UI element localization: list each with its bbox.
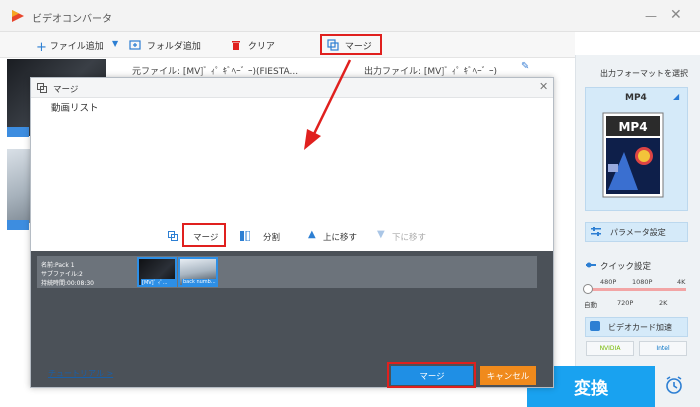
pack-subfiles: サブファイル:2 [41, 271, 83, 278]
split-button[interactable]: 分割 [263, 231, 280, 243]
nvidia-badge: NVIDIA [586, 341, 634, 356]
res-2k: 2K [659, 299, 668, 307]
move-up-icon[interactable]: ▲ [308, 229, 316, 240]
quality-slider-thumb[interactable] [583, 284, 593, 294]
mp4-file-icon: MP4 [602, 112, 664, 198]
alarm-clock-icon[interactable] [664, 375, 684, 395]
clip-caption-1: [MV]ﾞ ｨﾟ... [141, 279, 176, 287]
merge-confirm-highlight [387, 362, 476, 388]
move-down-button[interactable]: 下に移す [392, 231, 426, 243]
quality-slider-track[interactable] [587, 288, 686, 291]
trash-icon [232, 41, 240, 50]
pencil-icon[interactable]: ✎ [521, 61, 529, 72]
res-480p: 480P [600, 278, 617, 286]
res-auto: 自動 [584, 301, 597, 309]
gpu-icon [590, 321, 600, 331]
folder-plus-icon [129, 40, 141, 50]
dialog-titlebar [31, 78, 553, 98]
add-file-dropdown-icon[interactable]: ▼ [112, 39, 118, 48]
clear-label: クリア [247, 42, 275, 52]
merge-toolbar-highlight [320, 34, 382, 55]
merge-icon [37, 83, 47, 93]
source-file-text: 元ファイル: [MV]ﾞ ｨﾟ ｷﾞﾍｰﾞ ｰ)(FIESTA... [132, 67, 299, 77]
pack-name: 名前:Pack 1 [41, 262, 75, 269]
tutorial-link[interactable]: チュートリアル > [48, 368, 113, 379]
pack-row[interactable]: 名前:Pack 1 サブファイル:2 持続時間:00:08:30 [MV]ﾞ ｨ… [37, 256, 537, 288]
cancel-button[interactable]: キャンセル [480, 366, 536, 385]
split-icon[interactable] [240, 230, 251, 243]
app-logo-icon [12, 10, 24, 22]
gpu-acceleration-button[interactable]: ビデオカード加速 [585, 317, 688, 337]
caret-down-icon[interactable]: ◢ [673, 92, 679, 101]
merge-icon [168, 231, 178, 241]
clear-button[interactable]: クリア [230, 39, 275, 52]
clip-thumbnail-1[interactable]: [MV]ﾞ ｨﾟ... [137, 257, 177, 287]
pack-duration: 持続時間:00:08:30 [41, 280, 94, 287]
thumbnail-tab-1[interactable] [7, 127, 29, 137]
thumbnail-tab-2[interactable] [7, 220, 29, 230]
sliders-icon [591, 227, 601, 236]
merge-action-icon-wrap[interactable] [168, 231, 178, 243]
minimize-icon[interactable]: — [645, 9, 657, 23]
mp4-icon-text: MP4 [618, 120, 647, 134]
add-file-label: ファイル追加 [49, 42, 104, 52]
plus-icon: + [36, 40, 47, 55]
output-format-label: 出力フォーマットを選択 [600, 69, 688, 78]
quick-settings-label: クイック設定 [600, 262, 652, 272]
res-4k: 4K [677, 278, 686, 286]
video-list-label: 動画リスト [51, 103, 99, 114]
add-folder-button[interactable]: フォルダ追加 [129, 39, 201, 52]
close-icon[interactable]: ✕ [539, 80, 548, 93]
merge-action-highlight [182, 223, 226, 247]
app-title: ビデオコンバータ [32, 14, 112, 25]
output-file-text: 出力ファイル: [MV]ﾞ ｨﾟ ｷﾞﾍｰﾞ ｰ) [364, 67, 497, 77]
clip-caption-2: back numb... [182, 279, 217, 287]
res-1080p: 1080P [632, 278, 653, 286]
add-folder-label: フォルダ追加 [146, 42, 201, 52]
move-down-icon[interactable]: ▼ [377, 229, 385, 240]
clip-thumbnail-2[interactable]: back numb... [178, 257, 218, 287]
intel-badge: Intel [639, 341, 687, 356]
move-up-button[interactable]: 上に移す [323, 231, 357, 243]
quick-setting-icon [586, 262, 596, 268]
close-icon[interactable]: ✕ [670, 7, 682, 23]
add-file-button[interactable]: + ファイル追加 [36, 39, 104, 55]
file-info-bar: 元ファイル: [MV]ﾞ ｨﾟ ｷﾞﾍｰﾞ ｰ)(FIESTA... 出力ファイ… [106, 59, 556, 79]
format-name: MP4 [625, 93, 647, 103]
merge-dialog: マージ ✕ 動画リスト マージ 分割 ▲ 上に移す ▼ 下に移す 名前:Pack… [30, 77, 554, 388]
dialog-title: マージ [53, 85, 79, 95]
res-720p: 720P [617, 299, 634, 307]
